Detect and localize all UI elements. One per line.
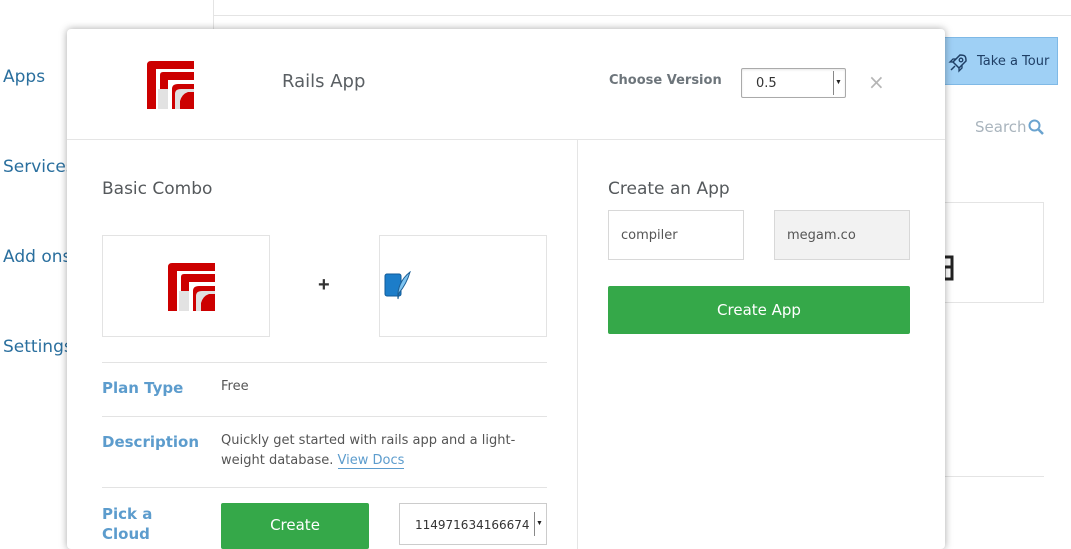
row-divider	[102, 487, 547, 488]
search-label[interactable]: Search	[975, 118, 1027, 136]
close-button[interactable]: ×	[868, 70, 885, 94]
basic-combo-title: Basic Combo	[102, 179, 213, 199]
version-select[interactable]: 0.5 ▼	[741, 68, 846, 98]
modal-header: Rails App Choose Version 0.5 ▼ ×	[67, 29, 945, 140]
modal-column-divider	[577, 140, 578, 549]
sqlite-logo-icon	[384, 270, 412, 306]
rails-logo-icon	[165, 261, 217, 318]
combo-app-box	[102, 235, 270, 337]
rocket-icon	[947, 52, 969, 79]
create-app-button[interactable]: Create App	[608, 286, 910, 334]
create-button[interactable]: Create	[221, 503, 369, 549]
description-value: Quickly get started with rails app and a…	[221, 431, 541, 471]
version-value: 0.5	[756, 76, 777, 91]
chevron-down-icon: ▼	[534, 512, 544, 536]
row-divider	[102, 416, 547, 417]
rails-logo-icon	[144, 59, 196, 111]
cloud-select-value: 114971634166674	[415, 518, 530, 532]
app-name-input[interactable]: compiler	[608, 210, 744, 260]
domain-input[interactable]: megam.co	[774, 210, 910, 260]
create-app-modal: Rails App Choose Version 0.5 ▼ × Basic C…	[67, 29, 945, 549]
take-a-tour-button[interactable]: Take a Tour	[938, 37, 1058, 85]
create-an-app-title: Create an App	[608, 179, 730, 199]
sidebar-item-settings[interactable]: Settings	[3, 337, 73, 357]
background-card	[940, 202, 1044, 303]
sidebar-item-services[interactable]: Services	[3, 157, 75, 177]
row-divider	[102, 362, 547, 363]
sidebar-item-apps[interactable]: Apps	[3, 67, 45, 87]
top-divider	[214, 15, 1071, 16]
description-label: Description	[102, 433, 200, 451]
combo-database-box	[379, 235, 547, 337]
chevron-down-icon: ▼	[833, 71, 843, 95]
choose-version-label: Choose Version	[609, 73, 722, 88]
modal-title: Rails App	[282, 71, 366, 92]
plus-sign: +	[318, 274, 330, 296]
plan-type-label: Plan Type	[102, 379, 184, 397]
sidebar-item-add-ons[interactable]: Add ons	[3, 247, 71, 267]
pick-a-cloud-label: Pick a Cloud	[102, 505, 153, 543]
take-a-tour-label: Take a Tour	[977, 54, 1050, 69]
search-icon[interactable]	[1028, 119, 1044, 140]
view-docs-link[interactable]: View Docs	[337, 453, 405, 469]
plan-type-value: Free	[221, 379, 249, 394]
cloud-select[interactable]: 114971634166674 ▼	[399, 503, 547, 545]
background-divider	[940, 476, 1044, 477]
